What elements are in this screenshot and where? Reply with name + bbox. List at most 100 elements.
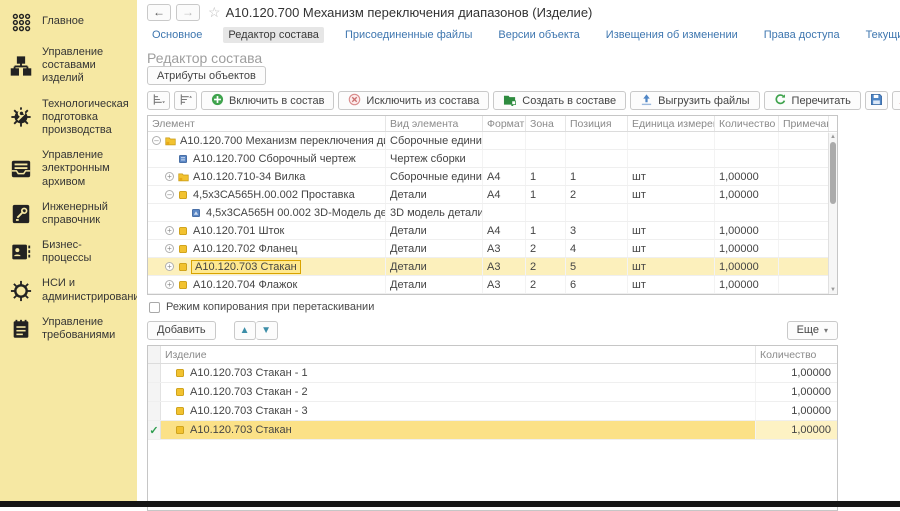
sidebar-item-label: Технологическая подготовка производства xyxy=(42,98,131,138)
table-row[interactable]: +А10.120.710-34 ВилкаСборочные единицыА4… xyxy=(148,168,837,186)
upload-files-icon xyxy=(640,93,653,109)
move-up-icon: ▲ xyxy=(240,325,250,336)
column-header[interactable]: Элемент xyxy=(148,116,386,131)
tab-редактор-состава[interactable]: Редактор состава xyxy=(223,27,324,43)
tab-присоединенные-файлы[interactable]: Присоединенные файлы xyxy=(340,27,477,43)
back-button[interactable]: ← xyxy=(147,4,171,21)
column-header[interactable]: Позиция xyxy=(566,116,628,131)
copy-mode-label: Режим копирования при перетаскивании xyxy=(166,301,374,313)
expander-plus-icon[interactable]: + xyxy=(165,244,174,253)
product-name-text: А10.120.703 Стакан - 1 xyxy=(190,367,308,379)
column-header[interactable]: Изделие xyxy=(161,346,756,363)
cell-position: 1 xyxy=(566,168,628,185)
engineering-doc-icon xyxy=(9,202,33,226)
sidebar-item-handbook[interactable]: Инженерный справочник xyxy=(0,195,137,233)
scroll-down-icon[interactable]: ▼ xyxy=(829,286,837,294)
cell-format: А3 xyxy=(483,240,526,257)
collapse-tree-button[interactable] xyxy=(174,91,197,110)
attributes-objects-row: Атрибуты объектов Еще▾ ? xyxy=(147,65,900,86)
move-down-button[interactable]: ▼ xyxy=(256,321,278,340)
sidebar-item-compositions[interactable]: Управление составами изделий xyxy=(0,40,137,92)
cell-element: – А10.120.700 Механизм переключения диапа… xyxy=(148,132,386,149)
cell-position xyxy=(566,150,628,167)
clear-marks-button[interactable] xyxy=(892,91,900,110)
column-header[interactable]: Вид элемента xyxy=(386,116,483,131)
expander-plus-icon[interactable]: + xyxy=(165,280,174,289)
part-icon xyxy=(178,262,189,272)
expander-minus-icon[interactable]: – xyxy=(165,190,174,199)
expander-plus-icon[interactable]: + xyxy=(165,262,174,271)
product-quantity-cell: 1,00000 xyxy=(756,421,837,439)
table-row[interactable]: +А10.120.704 ФлажокДеталиА326шт1,00000 xyxy=(148,276,837,294)
sidebar-item-bizproc[interactable]: Бизнес-процессы xyxy=(0,233,137,271)
product-name-cell: А10.120.703 Стакан - 2 xyxy=(161,383,756,401)
products-more-label: Еще xyxy=(797,324,819,336)
table-row[interactable]: –4,5х3СА565Н.00.002 ПроставкаДеталиА412ш… xyxy=(148,186,837,204)
exclude-from-composition-button[interactable]: Исключить из состава xyxy=(338,91,489,110)
add-button[interactable]: Добавить xyxy=(147,321,216,340)
product-row[interactable]: А10.120.703 Стакан - 21,00000 xyxy=(148,383,837,402)
product-name-cell: А10.120.703 Стакан xyxy=(161,421,756,439)
forward-button[interactable]: → xyxy=(176,4,200,21)
part-icon xyxy=(178,244,189,254)
column-header[interactable]: Зона xyxy=(526,116,566,131)
include-in-composition-button[interactable]: Включить в состав xyxy=(201,91,334,110)
table-row[interactable]: 4,5х3СА565Н 00.002 3D-Модель детали3D мо… xyxy=(148,204,837,222)
product-row[interactable]: А10.120.703 Стакан - 11,00000 xyxy=(148,364,837,383)
tab-версии-объекта[interactable]: Версии объекта xyxy=(493,27,584,43)
table-row[interactable]: +А10.120.702 ФланецДеталиА324шт1,00000 xyxy=(148,240,837,258)
upload-files-button[interactable]: Выгрузить файлы xyxy=(630,91,759,110)
attributes-objects-button[interactable]: Атрибуты объектов xyxy=(147,66,266,85)
column-header[interactable]: Единица измерения xyxy=(628,116,715,131)
element-text: А10.120.700 Механизм переключения диапаз… xyxy=(180,135,386,147)
column-header[interactable]: Количество xyxy=(756,346,837,363)
copy-mode-checkbox[interactable] xyxy=(149,302,160,313)
app-window: ГлавноеУправление составами изделий Техно… xyxy=(0,0,900,501)
save-button[interactable] xyxy=(865,91,888,110)
reread-button[interactable]: Перечитать xyxy=(764,91,861,110)
cell-position: 6 xyxy=(566,276,628,293)
table-row[interactable]: – А10.120.700 Механизм переключения диапа… xyxy=(148,132,837,150)
element-text: А10.120.700 Сборочный чертеж xyxy=(193,153,356,165)
product-row[interactable]: ✓А10.120.703 Стакан1,00000 xyxy=(148,421,837,440)
scroll-up-icon[interactable]: ▲ xyxy=(829,133,837,141)
move-up-button[interactable]: ▲ xyxy=(234,321,256,340)
favorite-icon[interactable]: ☆ xyxy=(208,4,221,21)
cell-quantity: 1,00000 xyxy=(715,276,779,293)
cell-element: +А10.120.703 Стакан xyxy=(148,258,386,275)
sidebar-item-requirements[interactable]: Управление требованиями xyxy=(0,310,137,348)
column-header[interactable]: Количество xyxy=(715,116,779,131)
expander-minus-icon[interactable]: – xyxy=(152,136,161,145)
tab-основное[interactable]: Основное xyxy=(147,27,207,43)
scrollbar-thumb[interactable] xyxy=(830,142,836,204)
product-row[interactable]: А10.120.703 Стакан - 31,00000 xyxy=(148,402,837,421)
expander-plus-icon[interactable]: + xyxy=(165,226,174,235)
tab-извещения-об-изменении[interactable]: Извещения об изменении xyxy=(601,27,743,43)
products-more-button[interactable]: Еще▾ xyxy=(787,321,838,340)
vertical-scrollbar[interactable]: ▲▼ xyxy=(828,133,837,294)
sidebar-item-techprep[interactable]: Технологическая подготовка производства xyxy=(0,92,137,144)
sidebar-item-archive[interactable]: Управление электронным архивом xyxy=(0,143,137,195)
expand-tree-button[interactable] xyxy=(147,91,170,110)
cell-note xyxy=(779,186,829,203)
table-row[interactable]: А10.120.700 Сборочный чертежЧертеж сборк… xyxy=(148,150,837,168)
create-in-composition-button[interactable]: Создать в составе xyxy=(493,91,626,110)
cell-element: + А10.120.701 Шток xyxy=(148,222,386,239)
gear-icon xyxy=(9,279,33,303)
element-text: А10.120.701 Шток xyxy=(193,225,284,237)
cell-zone: 2 xyxy=(526,240,566,257)
cell-zone: 1 xyxy=(526,186,566,203)
cell-element: +А10.120.710-34 Вилка xyxy=(148,168,386,185)
copy-mode-row[interactable]: Режим копирования при перетаскивании xyxy=(149,300,900,314)
expander-plus-icon[interactable]: + xyxy=(165,172,174,181)
tab-текущие-владельцы-объекта[interactable]: Текущие владельцы объекта xyxy=(861,27,900,43)
tab-права-доступа[interactable]: Права доступа xyxy=(759,27,845,43)
section-title: Редактор состава xyxy=(147,44,900,65)
table-row[interactable]: +А10.120.701 ШтокДеталиА413шт1,00000 xyxy=(148,222,837,240)
table-row[interactable]: +А10.120.703 СтаканДеталиА325шт1,00000 xyxy=(148,258,837,276)
sidebar-item-nsi[interactable]: НСИ и администрирование xyxy=(0,271,137,309)
forward-icon: → xyxy=(182,5,194,19)
sidebar-item-main[interactable]: Главное xyxy=(0,4,137,40)
column-header[interactable]: Примечание xyxy=(779,116,829,131)
column-header[interactable]: Формат xyxy=(483,116,526,131)
